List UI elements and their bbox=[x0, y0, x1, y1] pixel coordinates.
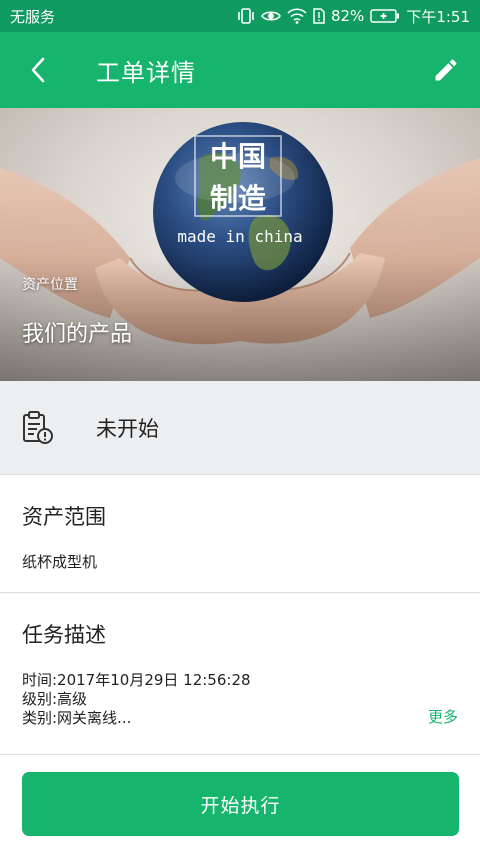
seal-text-top: 中国 bbox=[210, 140, 266, 173]
clock-time: 下午1:51 bbox=[406, 7, 470, 26]
system-status-bar: 无服务 82% 下午1:51 bbox=[0, 0, 480, 32]
more-link[interactable]: 更多 bbox=[428, 706, 458, 727]
order-status-row: 未开始 bbox=[0, 381, 480, 475]
wifi-icon bbox=[287, 8, 307, 24]
clipboard-alert-icon bbox=[23, 410, 53, 444]
start-execution-button[interactable]: 开始执行 bbox=[22, 772, 459, 836]
asset-scope-section: 资产范围 纸杯成型机 bbox=[0, 475, 480, 593]
asset-location: 资产位置 我们的产品 bbox=[22, 274, 132, 348]
battery-percent: 82% bbox=[330, 7, 365, 25]
vibrate-icon bbox=[237, 8, 255, 24]
carrier-text: 无服务 bbox=[10, 7, 56, 26]
app-bar: 工单详情 bbox=[0, 32, 480, 108]
edit-pencil-icon bbox=[435, 59, 457, 81]
status-icons: 82% 下午1:51 bbox=[237, 6, 470, 27]
task-description-section: 任务描述 时间:2017年10月29日 12:56:28 级别:高级 类别:网关… bbox=[0, 593, 480, 755]
battery-charging-icon bbox=[370, 8, 400, 24]
asset-location-value: 我们的产品 bbox=[22, 322, 133, 347]
asset-location-label: 资产位置 bbox=[22, 277, 78, 293]
seal-text-bottom: 制造 bbox=[210, 182, 266, 215]
task-level-line: 级别:高级 bbox=[22, 690, 88, 708]
asset-scope-value: 纸杯成型机 bbox=[22, 553, 98, 571]
task-time-line: 时间:2017年10月29日 12:56:28 bbox=[22, 671, 251, 689]
task-description-title: 任务描述 bbox=[22, 623, 106, 647]
sim-alert-icon bbox=[313, 8, 325, 24]
asset-hero-image: 中国 制造 made in china 资产位置 我们的产品 bbox=[0, 108, 480, 381]
eye-icon bbox=[261, 9, 281, 23]
task-category-line: 类别:网关离线... bbox=[22, 709, 132, 727]
asset-scope-title: 资产范围 bbox=[22, 505, 106, 529]
edit-button[interactable] bbox=[426, 50, 466, 90]
back-button[interactable] bbox=[0, 32, 76, 108]
order-status-text: 未开始 bbox=[96, 416, 159, 441]
seal-text-english: made in china bbox=[177, 227, 302, 246]
back-arrow-icon bbox=[31, 57, 45, 83]
page-title: 工单详情 bbox=[96, 58, 196, 87]
